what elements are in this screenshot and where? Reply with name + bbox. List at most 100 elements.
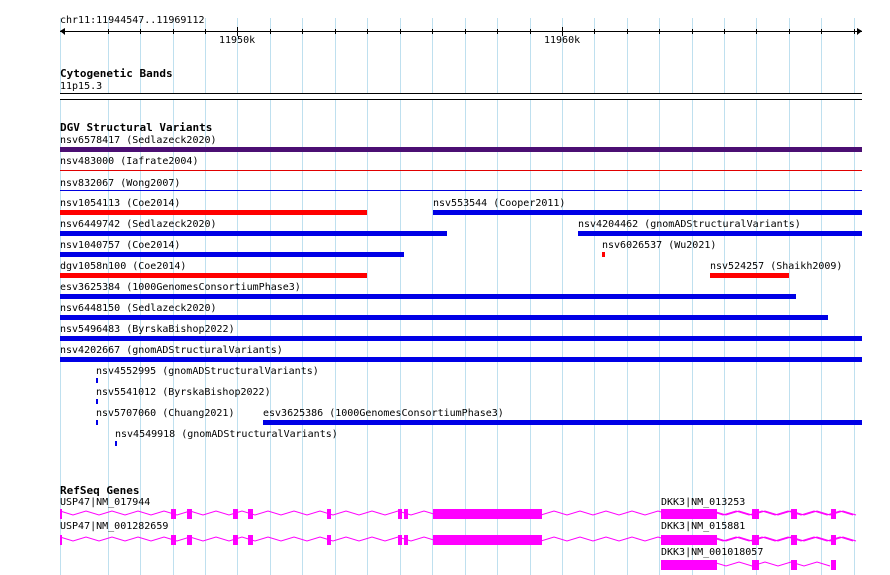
ruler-minor-tick [335, 29, 336, 34]
gene-exon[interactable] [831, 535, 836, 545]
variant-bar[interactable] [96, 420, 98, 425]
gene-exon[interactable] [327, 509, 331, 519]
variant-label[interactable]: nsv5707060 (Chuang2021) [96, 408, 234, 419]
variant-label[interactable]: nsv4204462 (gnomADStructuralVariants) [578, 219, 801, 230]
cytoband-track-title[interactable]: Cytogenetic Bands [60, 68, 173, 80]
ruler-tick-label: 11950k [219, 35, 256, 46]
gene-exon[interactable] [233, 509, 238, 519]
gene-exon[interactable] [398, 509, 402, 519]
gene-exon[interactable] [661, 560, 717, 570]
variant-label[interactable]: nsv1040757 (Coe2014) [60, 240, 180, 251]
ruler-minor-tick [724, 29, 725, 34]
variant-label[interactable]: esv3625386 (1000GenomesConsortiumPhase3) [263, 408, 504, 419]
variant-bar[interactable] [602, 252, 605, 257]
variant-bar[interactable] [60, 336, 862, 341]
gene-exon[interactable] [404, 509, 408, 519]
variant-bar[interactable] [60, 170, 862, 171]
gene-exon[interactable] [791, 509, 797, 519]
variant-bar[interactable] [60, 357, 862, 362]
variant-label[interactable]: nsv6578417 (Sedlazeck2020) [60, 135, 217, 146]
variant-bar[interactable] [60, 147, 862, 152]
variant-label[interactable]: esv3625384 (1000GenomesConsortiumPhase3) [60, 282, 301, 293]
refseq-track-title[interactable]: RefSeq Genes [60, 485, 139, 497]
cytoband-band[interactable] [60, 93, 862, 100]
variant-bar[interactable] [60, 315, 828, 320]
variant-label[interactable]: nsv4202667 (gnomADStructuralVariants) [60, 345, 283, 356]
variant-label[interactable]: nsv6448150 (Sedlazeck2020) [60, 303, 217, 314]
gene-exon[interactable] [433, 509, 542, 519]
gene-label[interactable]: USP47|NM_017944 [60, 497, 150, 508]
ruler-minor-tick [756, 29, 757, 34]
ruler-minor-tick [400, 29, 401, 34]
ruler-minor-tick [270, 29, 271, 34]
ruler[interactable] [60, 31, 862, 32]
ruler-minor-tick [465, 29, 466, 34]
variant-label[interactable]: nsv832067 (Wong2007) [60, 178, 180, 189]
gene-exon[interactable] [752, 535, 759, 545]
variant-label[interactable]: nsv483000 (Iafrate2004) [60, 156, 198, 167]
gene-exon[interactable] [60, 535, 62, 545]
gene-exon[interactable] [60, 509, 62, 519]
variant-bar[interactable] [115, 441, 117, 446]
variant-label[interactable]: nsv6026537 (Wu2021) [602, 240, 716, 251]
variant-label[interactable]: nsv524257 (Shaikh2009) [710, 261, 842, 272]
ruler-left-arrow [60, 28, 65, 35]
dgv-track-title[interactable]: DGV Structural Variants [60, 122, 212, 134]
variant-bar[interactable] [60, 231, 447, 236]
variant-bar[interactable] [96, 378, 98, 383]
variant-bar[interactable] [96, 399, 98, 404]
gene-exon[interactable] [187, 535, 192, 545]
gene-exon[interactable] [752, 509, 759, 519]
ruler-minor-tick [789, 29, 790, 34]
gene-label[interactable]: USP47|NM_001282659 [60, 521, 168, 532]
gene-exon[interactable] [404, 535, 408, 545]
gene-exon[interactable] [831, 560, 836, 570]
variant-bar[interactable] [710, 273, 789, 278]
cytoband-label: 11p15.3 [60, 81, 103, 92]
gene-exon[interactable] [831, 509, 836, 519]
gene-exon[interactable] [433, 535, 542, 545]
ruler-tick-label: 11960k [544, 35, 581, 46]
variant-label[interactable]: nsv553544 (Cooper2011) [433, 198, 565, 209]
gene-exon[interactable] [661, 535, 717, 545]
gene-label[interactable]: DKK3|NM_015881 [661, 521, 745, 532]
variant-label[interactable]: dgv1058n100 (Coe2014) [60, 261, 186, 272]
gene-exon[interactable] [171, 535, 176, 545]
variant-label[interactable]: nsv4549918 (gnomADStructuralVariants) [115, 429, 338, 440]
ruler-minor-tick [497, 29, 498, 34]
grid-line [854, 18, 855, 575]
genome-browser-view: chr11:11944547..11969112 11950k 11960k C… [0, 0, 890, 575]
variant-label[interactable]: nsv5496483 (ByrskaBishop2022) [60, 324, 235, 335]
variant-bar[interactable] [60, 190, 862, 191]
gene-exon[interactable] [171, 509, 176, 519]
ruler-minor-tick [627, 29, 628, 34]
variant-bar[interactable] [60, 210, 367, 215]
variant-bar[interactable] [263, 420, 862, 425]
gene-label[interactable]: DKK3|NM_001018057 [661, 547, 763, 558]
location-label: chr11:11944547..11969112 [60, 15, 205, 26]
ruler-minor-tick [692, 29, 693, 34]
gene-exon[interactable] [398, 535, 402, 545]
gene-exon[interactable] [187, 509, 192, 519]
gene-exon[interactable] [248, 535, 253, 545]
variant-bar[interactable] [60, 294, 796, 299]
variant-bar[interactable] [60, 273, 367, 278]
variant-label[interactable]: nsv6449742 (Sedlazeck2020) [60, 219, 217, 230]
ruler-minor-tick [173, 29, 174, 34]
variant-bar[interactable] [60, 252, 404, 257]
variant-label[interactable]: nsv4552995 (gnomADStructuralVariants) [96, 366, 319, 377]
gene-exon[interactable] [661, 509, 717, 519]
variant-bar[interactable] [578, 231, 862, 236]
gene-label[interactable]: DKK3|NM_013253 [661, 497, 745, 508]
variant-label[interactable]: nsv1054113 (Coe2014) [60, 198, 180, 209]
ruler-minor-tick [594, 29, 595, 34]
grid-line [821, 18, 822, 575]
gene-exon[interactable] [791, 560, 797, 570]
variant-label[interactable]: nsv5541012 (ByrskaBishop2022) [96, 387, 271, 398]
gene-exon[interactable] [327, 535, 331, 545]
gene-exon[interactable] [791, 535, 797, 545]
variant-bar[interactable] [433, 210, 862, 215]
gene-exon[interactable] [248, 509, 253, 519]
gene-exon[interactable] [233, 535, 238, 545]
gene-exon[interactable] [752, 560, 759, 570]
